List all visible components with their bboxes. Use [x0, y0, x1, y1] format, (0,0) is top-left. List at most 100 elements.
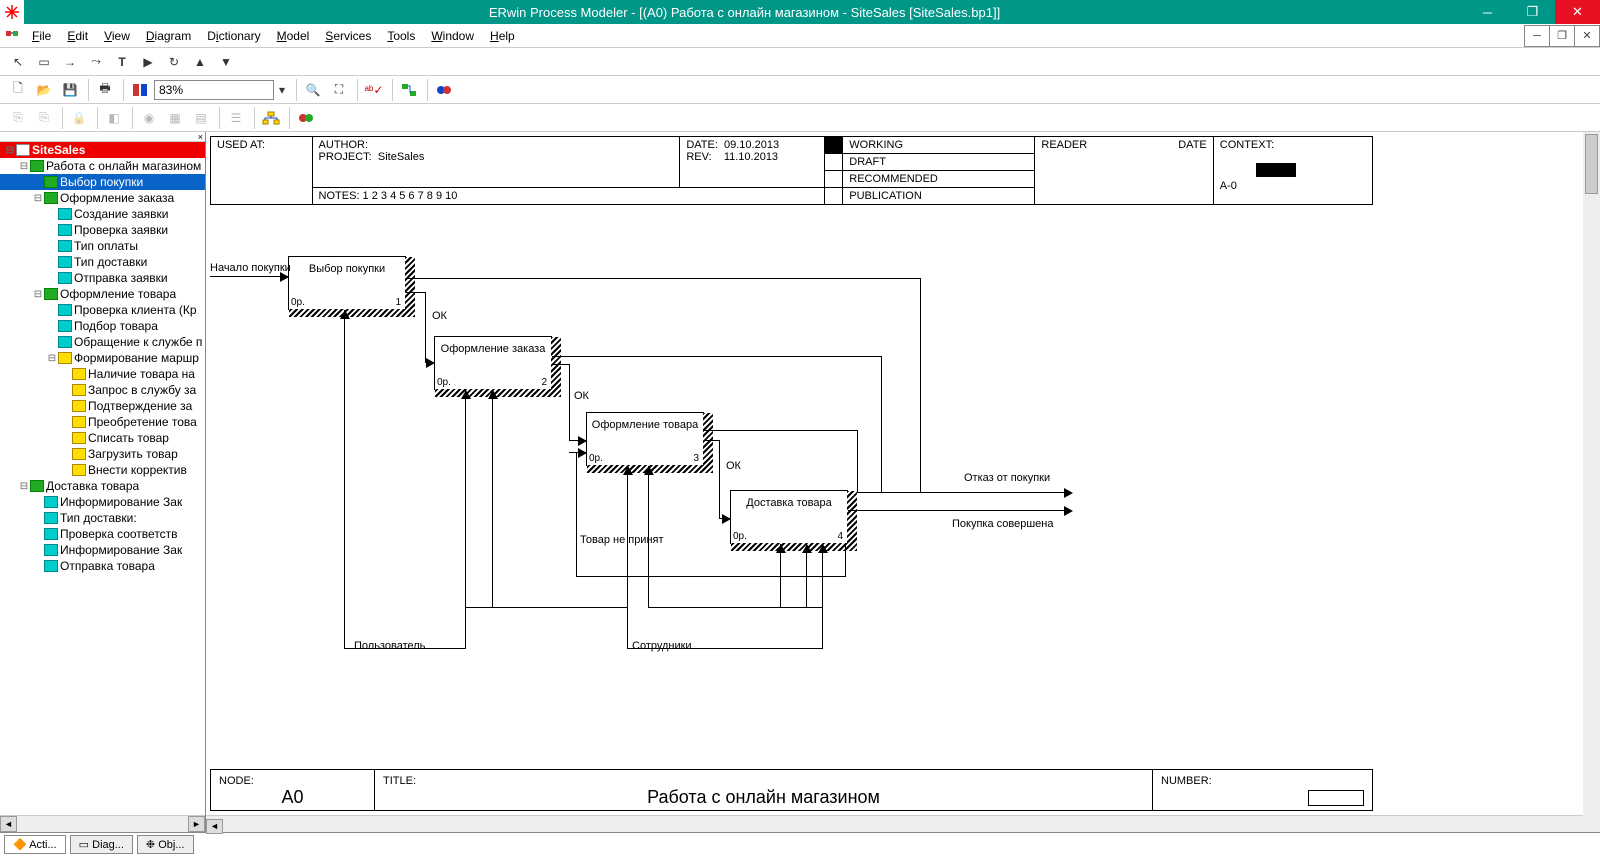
- tree-root[interactable]: ⊟ SiteSales: [0, 142, 205, 158]
- tree-label: Отправка заявки: [74, 271, 168, 285]
- tree-item[interactable]: Загрузить товар: [0, 446, 205, 462]
- save-button[interactable]: 💾: [58, 78, 82, 102]
- zoom-in-icon[interactable]: 🔍: [301, 78, 325, 102]
- tree-item[interactable]: Подтверждение за: [0, 398, 205, 414]
- org-chart-icon[interactable]: [259, 106, 283, 130]
- label-reject: Товар не принят: [580, 534, 664, 546]
- tree-item[interactable]: ⊟Доставка товара: [0, 478, 205, 494]
- activity-box-1[interactable]: Выбор покупки 0р. 1: [288, 256, 406, 310]
- print-button[interactable]: 🖶: [93, 78, 117, 102]
- tree-item[interactable]: Отправка товара: [0, 558, 205, 574]
- menu-services[interactable]: Services: [317, 26, 379, 46]
- tree-icon: [44, 528, 58, 540]
- menu-window[interactable]: Window: [423, 26, 482, 46]
- tab-diagrams[interactable]: ▭ Diag...: [70, 835, 133, 854]
- title-bar: ERwin Process Modeler - [(A0) Работа с о…: [0, 0, 1600, 24]
- tree-item[interactable]: Обращение к службе п: [0, 334, 205, 350]
- zoom-dropdown[interactable]: ▾: [274, 78, 290, 102]
- tree-label: Доставка товара: [46, 479, 139, 493]
- toolbar-services: ⎘ ⎘ 🔒 ◧ ◉ ▦ ▤ ☰: [0, 104, 1600, 132]
- tab-objects[interactable]: ❉ Obj...: [137, 835, 194, 854]
- tree-item[interactable]: Проверка соответств: [0, 526, 205, 542]
- menu-help[interactable]: Help: [482, 26, 523, 46]
- tree-label: Проверка клиента (Кр: [74, 303, 197, 317]
- tree-item[interactable]: ⊟Работа с онлайн магазином: [0, 158, 205, 174]
- svc-1: ⎘: [6, 106, 30, 130]
- menu-dictionary[interactable]: Dictionary: [199, 26, 268, 46]
- tree-item[interactable]: Информирование Зак: [0, 494, 205, 510]
- menu-tools[interactable]: Tools: [379, 26, 423, 46]
- swimlane-icon[interactable]: [294, 106, 318, 130]
- model-explorer-icon[interactable]: [397, 78, 421, 102]
- text-tool[interactable]: T: [110, 50, 134, 74]
- tree-item[interactable]: Запрос в службу за: [0, 382, 205, 398]
- tree-hscroll[interactable]: ◄►: [0, 815, 205, 832]
- tree-item[interactable]: Проверка клиента (Кр: [0, 302, 205, 318]
- report-button[interactable]: [128, 78, 152, 102]
- tree-item[interactable]: Тип оплаты: [0, 238, 205, 254]
- tree-icon: [58, 336, 72, 348]
- pointer-tool[interactable]: ↖: [6, 50, 30, 74]
- tree-item[interactable]: ⊟Оформление товара: [0, 286, 205, 302]
- tree-item[interactable]: Преобретение това: [0, 414, 205, 430]
- tree-label: Отправка товара: [60, 559, 155, 573]
- model-explorer[interactable]: × ⊟ SiteSales ⊟Работа с онлайн магазином…: [0, 132, 206, 832]
- maximize-button[interactable]: ❐: [1510, 0, 1555, 24]
- tree-item[interactable]: Подбор товара: [0, 318, 205, 334]
- menu-view[interactable]: View: [96, 26, 138, 46]
- down-icon[interactable]: ▼: [214, 50, 238, 74]
- mdi-minimize[interactable]: ─: [1524, 25, 1550, 47]
- app-menu-icon[interactable]: [2, 26, 24, 46]
- panel-close-icon[interactable]: ×: [0, 132, 205, 142]
- zoom-fit-icon[interactable]: ⛶: [327, 78, 351, 102]
- play-icon[interactable]: ▶: [136, 50, 160, 74]
- menu-file[interactable]: File: [24, 26, 59, 46]
- tree-item[interactable]: Выбор покупки: [0, 174, 205, 190]
- svc-7: ☰: [224, 106, 248, 130]
- mdi-restore[interactable]: ❐: [1549, 25, 1575, 47]
- props-icon[interactable]: [432, 78, 456, 102]
- tree-item[interactable]: ⊟Оформление заказа: [0, 190, 205, 206]
- tree-item[interactable]: Списать товар: [0, 430, 205, 446]
- canvas-vscroll[interactable]: [1583, 132, 1600, 815]
- activity-box-2[interactable]: Оформление заказа 0р. 2: [434, 336, 552, 390]
- arrow-tool[interactable]: →: [58, 50, 82, 74]
- spellcheck-icon[interactable]: ᵃᵇ✓: [362, 78, 386, 102]
- tree-item[interactable]: Внести корректив: [0, 462, 205, 478]
- tree-label: Выбор покупки: [60, 175, 143, 189]
- label-mech-user: Пользователь: [354, 640, 425, 652]
- squiggle-tool[interactable]: ⤳: [84, 50, 108, 74]
- tree-label: Проверка соответств: [60, 527, 178, 541]
- tab-activities[interactable]: 🔶 Acti...: [4, 835, 66, 854]
- minimize-button[interactable]: ─: [1465, 0, 1510, 24]
- open-button[interactable]: 📂: [32, 78, 56, 102]
- menu-diagram[interactable]: Diagram: [138, 26, 199, 46]
- close-button[interactable]: ✕: [1555, 0, 1600, 24]
- redo-icon[interactable]: ↻: [162, 50, 186, 74]
- tree-item[interactable]: Наличие товара на: [0, 366, 205, 382]
- tree-item[interactable]: ⊟Формирование маршр: [0, 350, 205, 366]
- menu-edit[interactable]: Edit: [59, 26, 96, 46]
- tree-item[interactable]: Создание заявки: [0, 206, 205, 222]
- diagram-canvas[interactable]: USED AT: AUTHOR: PROJECT: SiteSales DATE…: [206, 132, 1583, 815]
- canvas-hscroll[interactable]: ◄: [206, 815, 1583, 832]
- diagram-canvas-wrap: USED AT: AUTHOR: PROJECT: SiteSales DATE…: [206, 132, 1600, 832]
- activity-tool[interactable]: ▭: [32, 50, 56, 74]
- tree-item[interactable]: Проверка заявки: [0, 222, 205, 238]
- label-ok3: ОК: [726, 460, 741, 472]
- toolbar-drawing: ↖ ▭ → ⤳ T ▶ ↻ ▲ ▼: [0, 48, 1600, 76]
- tree-item[interactable]: Тип доставки: [0, 254, 205, 270]
- mdi-close[interactable]: ✕: [1574, 25, 1600, 47]
- tree-label: Проверка заявки: [74, 223, 168, 237]
- tree-icon: [58, 272, 72, 284]
- tree-root-label: SiteSales: [32, 143, 85, 157]
- tree-item[interactable]: Отправка заявки: [0, 270, 205, 286]
- activity-box-4[interactable]: Доставка товара 0р. 4: [730, 490, 848, 544]
- new-button[interactable]: 🗋: [6, 78, 30, 102]
- tree-item[interactable]: Тип доставки:: [0, 510, 205, 526]
- up-icon[interactable]: ▲: [188, 50, 212, 74]
- menu-model[interactable]: Model: [269, 26, 318, 46]
- tree-item[interactable]: Информирование Зак: [0, 542, 205, 558]
- activity-box-3[interactable]: Оформление товара 0р. 3: [586, 412, 704, 466]
- zoom-input[interactable]: [154, 80, 274, 100]
